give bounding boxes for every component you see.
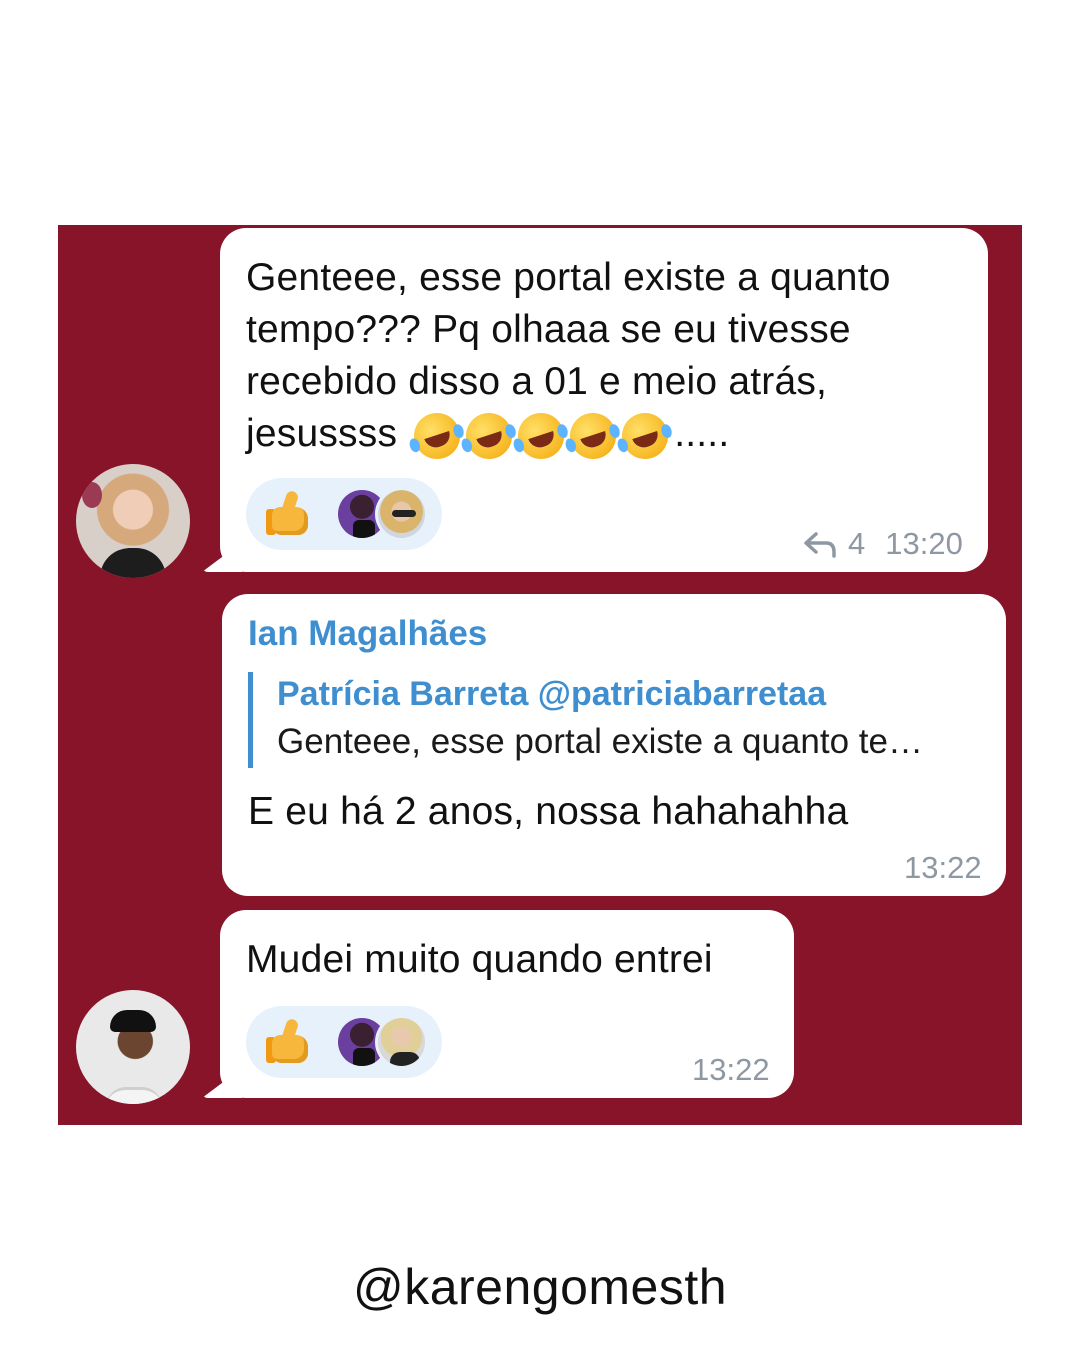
message-bubble-1[interactable]: Genteee, esse portal existe a quanto tem… (220, 228, 988, 572)
quote-text: Genteee, esse portal existe a quanto te… (277, 722, 923, 761)
message-time: 13:22 (904, 850, 982, 885)
message-bubble-2[interactable]: Ian Magalhães Patrícia Barreta @patricia… (222, 594, 1006, 896)
avatar[interactable] (76, 464, 190, 578)
reactor-avatar (374, 1015, 429, 1069)
footer-handle: @karengomesth (352, 1259, 728, 1315)
message-line-1: Genteee, esse portal existe a quanto (246, 256, 891, 299)
avatar[interactable] (76, 990, 190, 1104)
reaction-pill[interactable] (246, 1006, 442, 1078)
rolling-laughing-icon (408, 406, 467, 465)
thumbs-up-icon (266, 489, 311, 537)
sender-name[interactable]: Ian Magalhães (248, 614, 487, 654)
message-text: Genteee, esse portal existe a quanto tem… (246, 252, 891, 465)
thumbs-up-icon (266, 1017, 311, 1065)
message-line-3: recebido disso a 01 e meio atrás, (246, 360, 828, 403)
reply-arrow-icon[interactable] (802, 530, 838, 558)
message-line-2: tempo??? Pq olhaaa se eu tivesse (246, 308, 851, 351)
laughing-emoji-row (408, 406, 675, 465)
reactor-avatar (374, 487, 429, 541)
quoted-reply[interactable]: Patrícia Barreta @patriciabarretaa Gente… (248, 672, 988, 768)
message-line-4: jesussss ..... (246, 406, 891, 465)
message-bubble-3[interactable]: Mudei muito quando entrei 13:22 (220, 910, 794, 1098)
reply-count[interactable]: 4 (848, 526, 865, 562)
reaction-pill[interactable] (246, 478, 442, 550)
message-text: Mudei muito quando entrei (246, 938, 713, 981)
rolling-laughing-icon (616, 406, 675, 465)
rolling-laughing-icon (564, 406, 623, 465)
message-meta: 4 13:20 (802, 526, 963, 562)
message-line-4-text: jesussss (246, 412, 398, 455)
quote-author: Patrícia Barreta @patriciabarretaa (277, 675, 827, 713)
message-time: 13:22 (692, 1052, 770, 1087)
message-time: 13:20 (885, 526, 963, 561)
message-trailing-dots: ..... (674, 412, 730, 455)
message-text: E eu há 2 anos, nossa hahahahha (248, 790, 849, 833)
rolling-laughing-icon (512, 406, 571, 465)
rolling-laughing-icon (460, 406, 519, 465)
